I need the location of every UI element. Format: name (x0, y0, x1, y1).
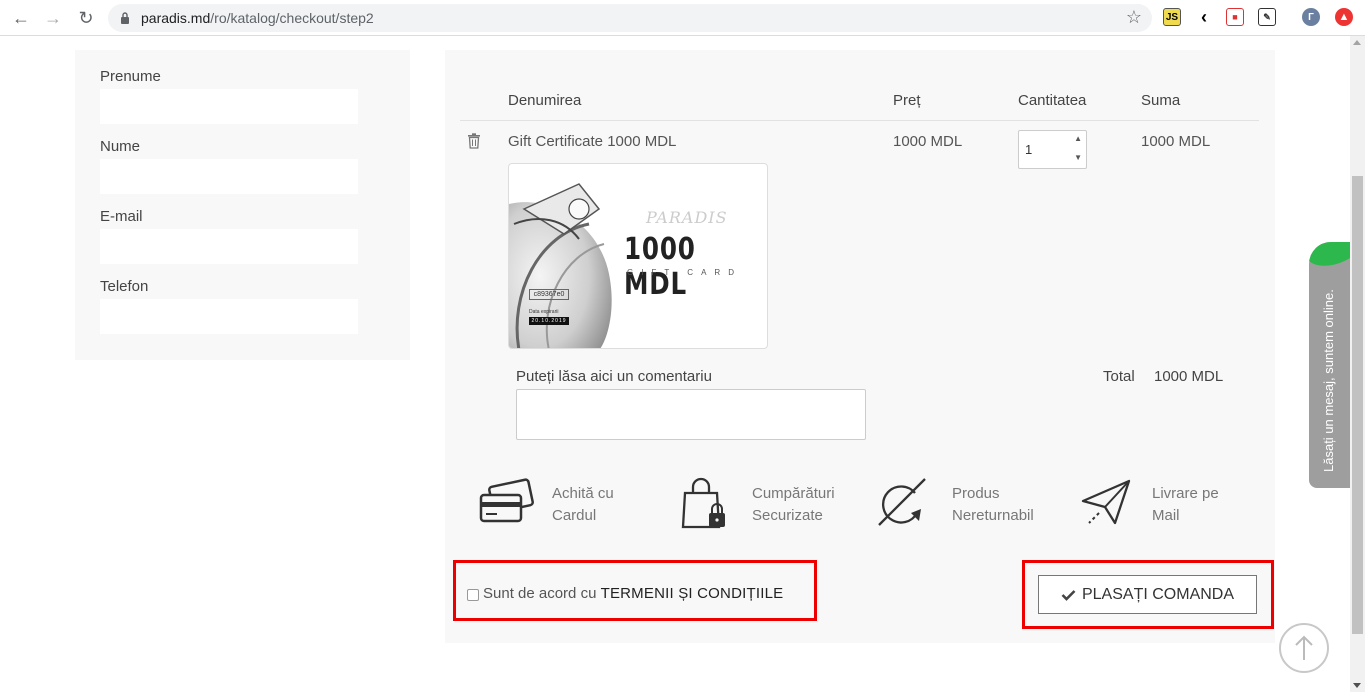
paper-plane-icon (1081, 479, 1131, 525)
email-label: E-mail (100, 208, 143, 225)
phone-input[interactable] (100, 299, 358, 334)
item-name: Gift Certificate 1000 MDL (508, 133, 677, 150)
gift-card-image: PARADIS 1000 MDL GIFT CARD c89367e0 Data… (508, 163, 768, 349)
shopping-bag-lock-icon (681, 477, 725, 529)
chat-widget-tab[interactable]: Lăsați un mesaj, suntem online. (1309, 242, 1350, 488)
reader-extension-icon[interactable]: ✎ (1258, 8, 1276, 26)
quantity-arrows[interactable]: ▲ ▼ (1071, 131, 1086, 168)
address-bar[interactable]: paradis.md/ro/katalog/checkout/step2 ☆ (108, 4, 1152, 32)
feature-nonreturnable-text: Produs Nereturnabil (952, 485, 1034, 524)
lock-icon (121, 12, 129, 24)
quantity-up-icon[interactable]: ▲ (1074, 134, 1082, 143)
chevron-left-extension-icon[interactable]: ‹ (1195, 7, 1213, 27)
order-summary: Denumirea Preț Cantitatea Suma Gift Cert… (445, 50, 1275, 643)
card-brand: PARADIS (646, 208, 728, 227)
reload-icon[interactable]: ↻ (74, 6, 98, 30)
total-value: 1000 MDL (1154, 368, 1224, 385)
header-sum: Suma (1141, 92, 1181, 109)
back-arrow-icon[interactable]: ← (9, 6, 33, 30)
table-divider (460, 120, 1259, 121)
quantity-down-icon[interactable]: ▼ (1074, 153, 1082, 162)
total-label: Total (1103, 368, 1135, 385)
card-subtitle: GIFT CARD (627, 268, 742, 277)
js-extension-icon[interactable]: JS (1163, 8, 1181, 26)
card-code: c89367e0 (529, 289, 569, 300)
scroll-thumb[interactable] (1352, 176, 1363, 634)
place-order-button[interactable]: PLASAȚI COMANDA (1038, 575, 1257, 614)
card-expiry-label: Data expirarii (529, 309, 559, 315)
header-name: Denumirea (508, 92, 582, 109)
terms-checkbox[interactable] (467, 589, 479, 601)
last-name-label: Nume (100, 138, 141, 155)
phone-label: Telefon (100, 278, 149, 295)
item-sum: 1000 MDL (1141, 133, 1211, 150)
item-price: 1000 MDL (893, 133, 963, 150)
comment-textarea[interactable] (516, 389, 866, 440)
customer-form: Prenume Nume E-mail Telefon (75, 50, 410, 360)
place-order-label: PLASAȚI COMANDA (1081, 585, 1235, 603)
first-name-input[interactable] (100, 89, 358, 124)
profile-avatar[interactable]: Г (1302, 8, 1320, 26)
terms-text: Sunt de acord cu TERMENII ȘI CONDIȚIILE (483, 585, 784, 602)
feature-secure-text: Cumpărături Securizate (752, 485, 835, 524)
forward-arrow-icon[interactable]: → (41, 6, 65, 30)
terms-highlight: Sunt de acord cu TERMENII ȘI CONDIȚIILE (453, 560, 817, 621)
bookmark-star-icon[interactable]: ☆ (1126, 7, 1142, 28)
card-amount: 1000 MDL (624, 232, 696, 302)
card-expiry: 20.10.2019 (529, 317, 569, 325)
quantity-value[interactable]: 1 (1025, 142, 1032, 157)
arrow-up-icon (1295, 635, 1313, 660)
scroll-up-arrow-icon[interactable] (1353, 40, 1361, 45)
last-name-input[interactable] (100, 159, 358, 194)
update-extension-icon[interactable]: ▲ (1335, 8, 1353, 26)
chat-online-indicator (1309, 242, 1350, 274)
order-highlight: PLASAȚI COMANDA (1022, 560, 1274, 629)
red-extension-icon[interactable]: ■ (1226, 8, 1244, 26)
header-quantity: Cantitatea (1018, 92, 1087, 109)
quantity-stepper[interactable]: 1 ▲ ▼ (1018, 130, 1087, 169)
no-return-icon (878, 478, 926, 526)
credit-card-icon (479, 478, 534, 523)
scroll-down-arrow-icon[interactable] (1353, 683, 1361, 688)
chat-label: Lăsați un mesaj, suntem online. (1321, 289, 1336, 472)
header-price: Preț (893, 92, 921, 109)
scroll-to-top-button[interactable] (1279, 623, 1329, 673)
url-text: paradis.md/ro/katalog/checkout/step2 (141, 10, 374, 26)
browser-toolbar: ← → ↻ paradis.md/ro/katalog/checkout/ste… (0, 0, 1365, 36)
trash-icon[interactable] (467, 133, 481, 149)
feature-card-text: Achită cu Cardul (552, 485, 614, 524)
feature-mail-text: Livrare pe Mail (1152, 485, 1219, 524)
page-scrollbar[interactable] (1350, 36, 1365, 692)
comment-label: Puteți lăsa aici un comentariu (516, 368, 712, 385)
first-name-label: Prenume (100, 68, 161, 85)
check-icon (1061, 589, 1076, 601)
email-input[interactable] (100, 229, 358, 264)
terms-link[interactable]: TERMENII ȘI CONDIȚIILE (601, 585, 784, 602)
